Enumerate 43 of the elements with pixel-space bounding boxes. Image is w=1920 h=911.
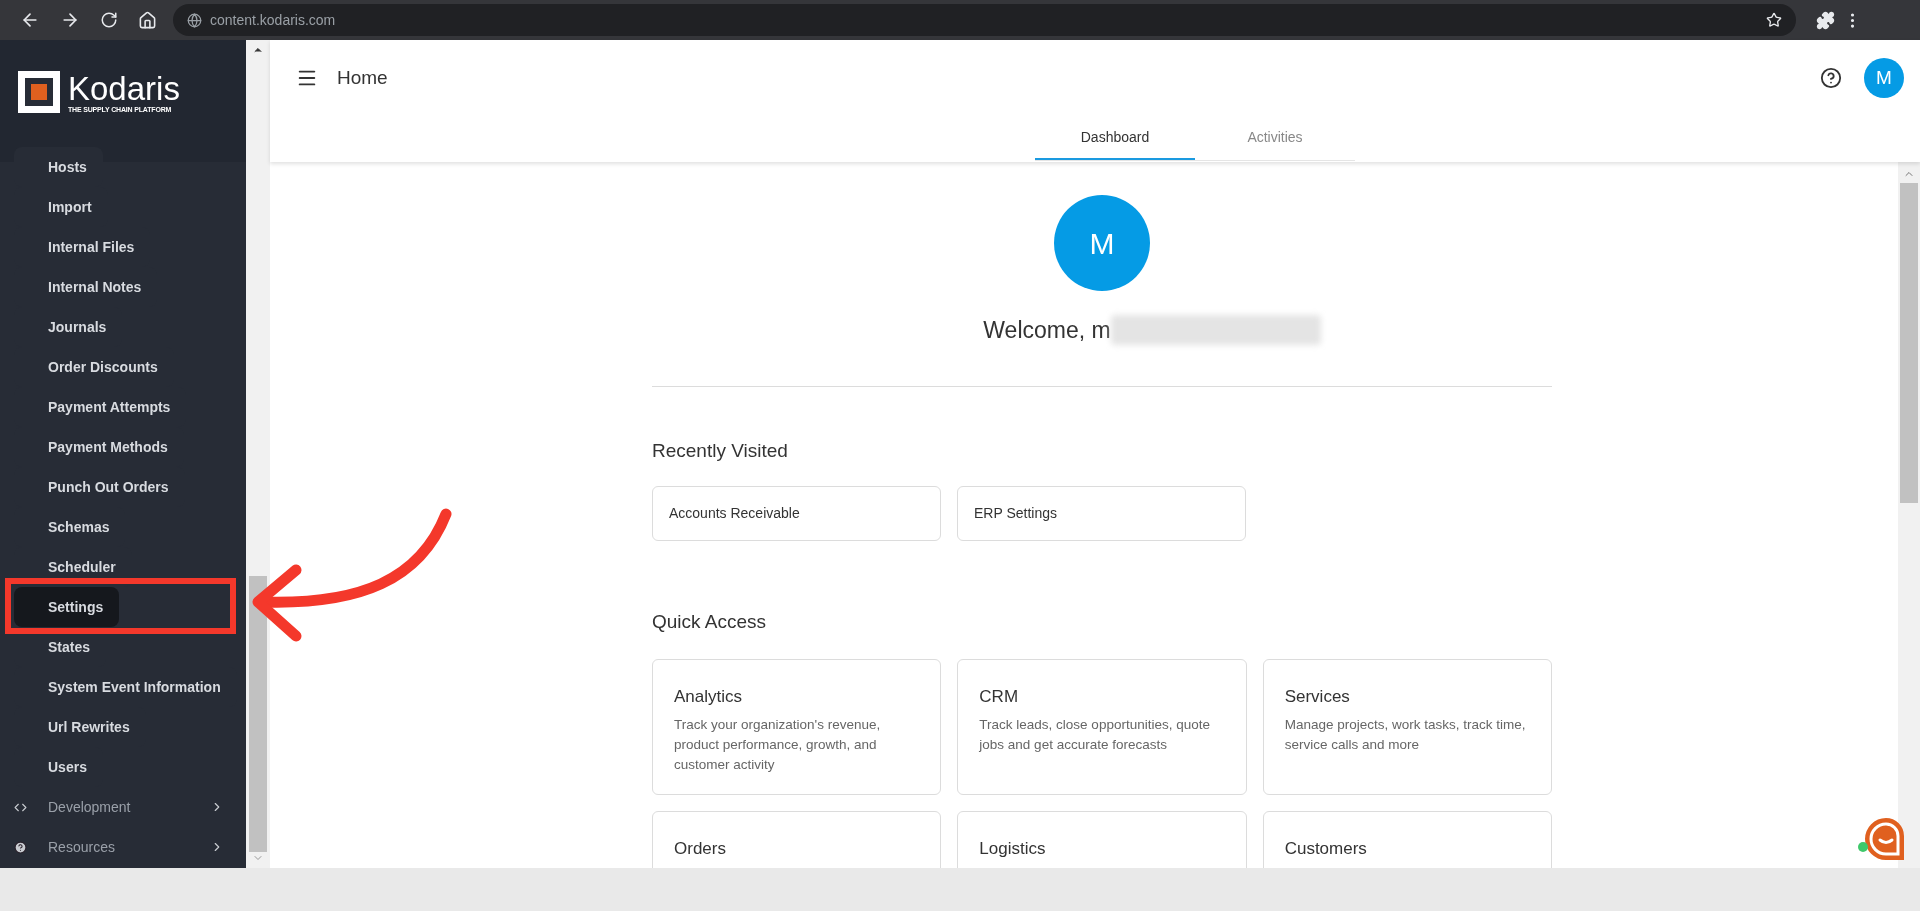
card-title: CRM bbox=[979, 685, 1020, 708]
chat-widget-icon[interactable] bbox=[1858, 816, 1906, 862]
sidebar-item[interactable]: Settings bbox=[14, 587, 120, 627]
card-title: Services bbox=[1284, 685, 1351, 708]
recent-link-card[interactable]: Accounts Receivable bbox=[652, 486, 941, 541]
page-title: Home bbox=[337, 65, 388, 90]
section-title: Quick Access bbox=[652, 610, 768, 634]
quick-access-card[interactable]: Customers bbox=[1262, 810, 1552, 868]
card-description: Track leads, close opportunities, quote jobs and get accurate forecasts bbox=[979, 716, 1211, 754]
sidebar-scrollbar[interactable] bbox=[246, 40, 270, 868]
reload-icon[interactable] bbox=[100, 11, 118, 29]
card-description: Manage projects, work tasks, track time, service calls and more bbox=[1284, 716, 1527, 754]
welcome-text: Welcome, m bbox=[983, 316, 1111, 345]
url-text: content.kodaris.com bbox=[210, 10, 336, 30]
sidebar-section[interactable]: Resources bbox=[0, 827, 246, 867]
card-description: Track your organization's revenue, product performance, growth, and customer activity bbox=[674, 716, 882, 774]
card-title: Customers bbox=[1284, 837, 1368, 860]
tab[interactable]: Activities bbox=[1195, 116, 1355, 160]
quick-access-card[interactable]: Services Manage projects, work tasks, track time, service calls and more bbox=[1262, 658, 1552, 795]
scrollbar-thumb[interactable] bbox=[249, 576, 267, 852]
extensions-icon[interactable] bbox=[1816, 10, 1835, 30]
quick-access-card[interactable]: Analytics Track your organization's revenue, product performance, growth, and customer activity bbox=[652, 658, 942, 795]
globe-icon bbox=[187, 12, 202, 28]
address-bar[interactable]: content.kodaris.com bbox=[173, 4, 1796, 36]
card-title: Analytics bbox=[674, 685, 744, 708]
help-icon bbox=[14, 840, 27, 854]
home-icon[interactable] bbox=[138, 10, 157, 30]
help-icon[interactable] bbox=[1820, 67, 1842, 89]
scrollbar-thumb[interactable] bbox=[1900, 183, 1918, 503]
section-title: Recently Visited bbox=[652, 438, 789, 463]
quick-access-card[interactable]: CRM Track leads, close opportunities, quote jobs and get accurate forecasts bbox=[957, 658, 1247, 795]
quick-access-card[interactable]: Orders bbox=[652, 810, 942, 868]
recent-link-card[interactable]: ERP Settings bbox=[957, 486, 1246, 541]
card-title: Logistics bbox=[979, 837, 1047, 860]
tab[interactable]: Dashboard bbox=[1035, 116, 1195, 160]
page-scrollbar[interactable] bbox=[1898, 162, 1920, 868]
logo-mark-icon bbox=[18, 71, 60, 113]
welcome-avatar: M bbox=[1054, 195, 1150, 291]
quick-access-card[interactable]: Logistics bbox=[957, 810, 1247, 868]
card-title: Orders bbox=[674, 837, 727, 860]
bookmark-star-icon[interactable] bbox=[1766, 12, 1782, 28]
logo-name: Kodaris bbox=[68, 71, 180, 106]
sidebar-section[interactable]: Development bbox=[0, 787, 246, 827]
